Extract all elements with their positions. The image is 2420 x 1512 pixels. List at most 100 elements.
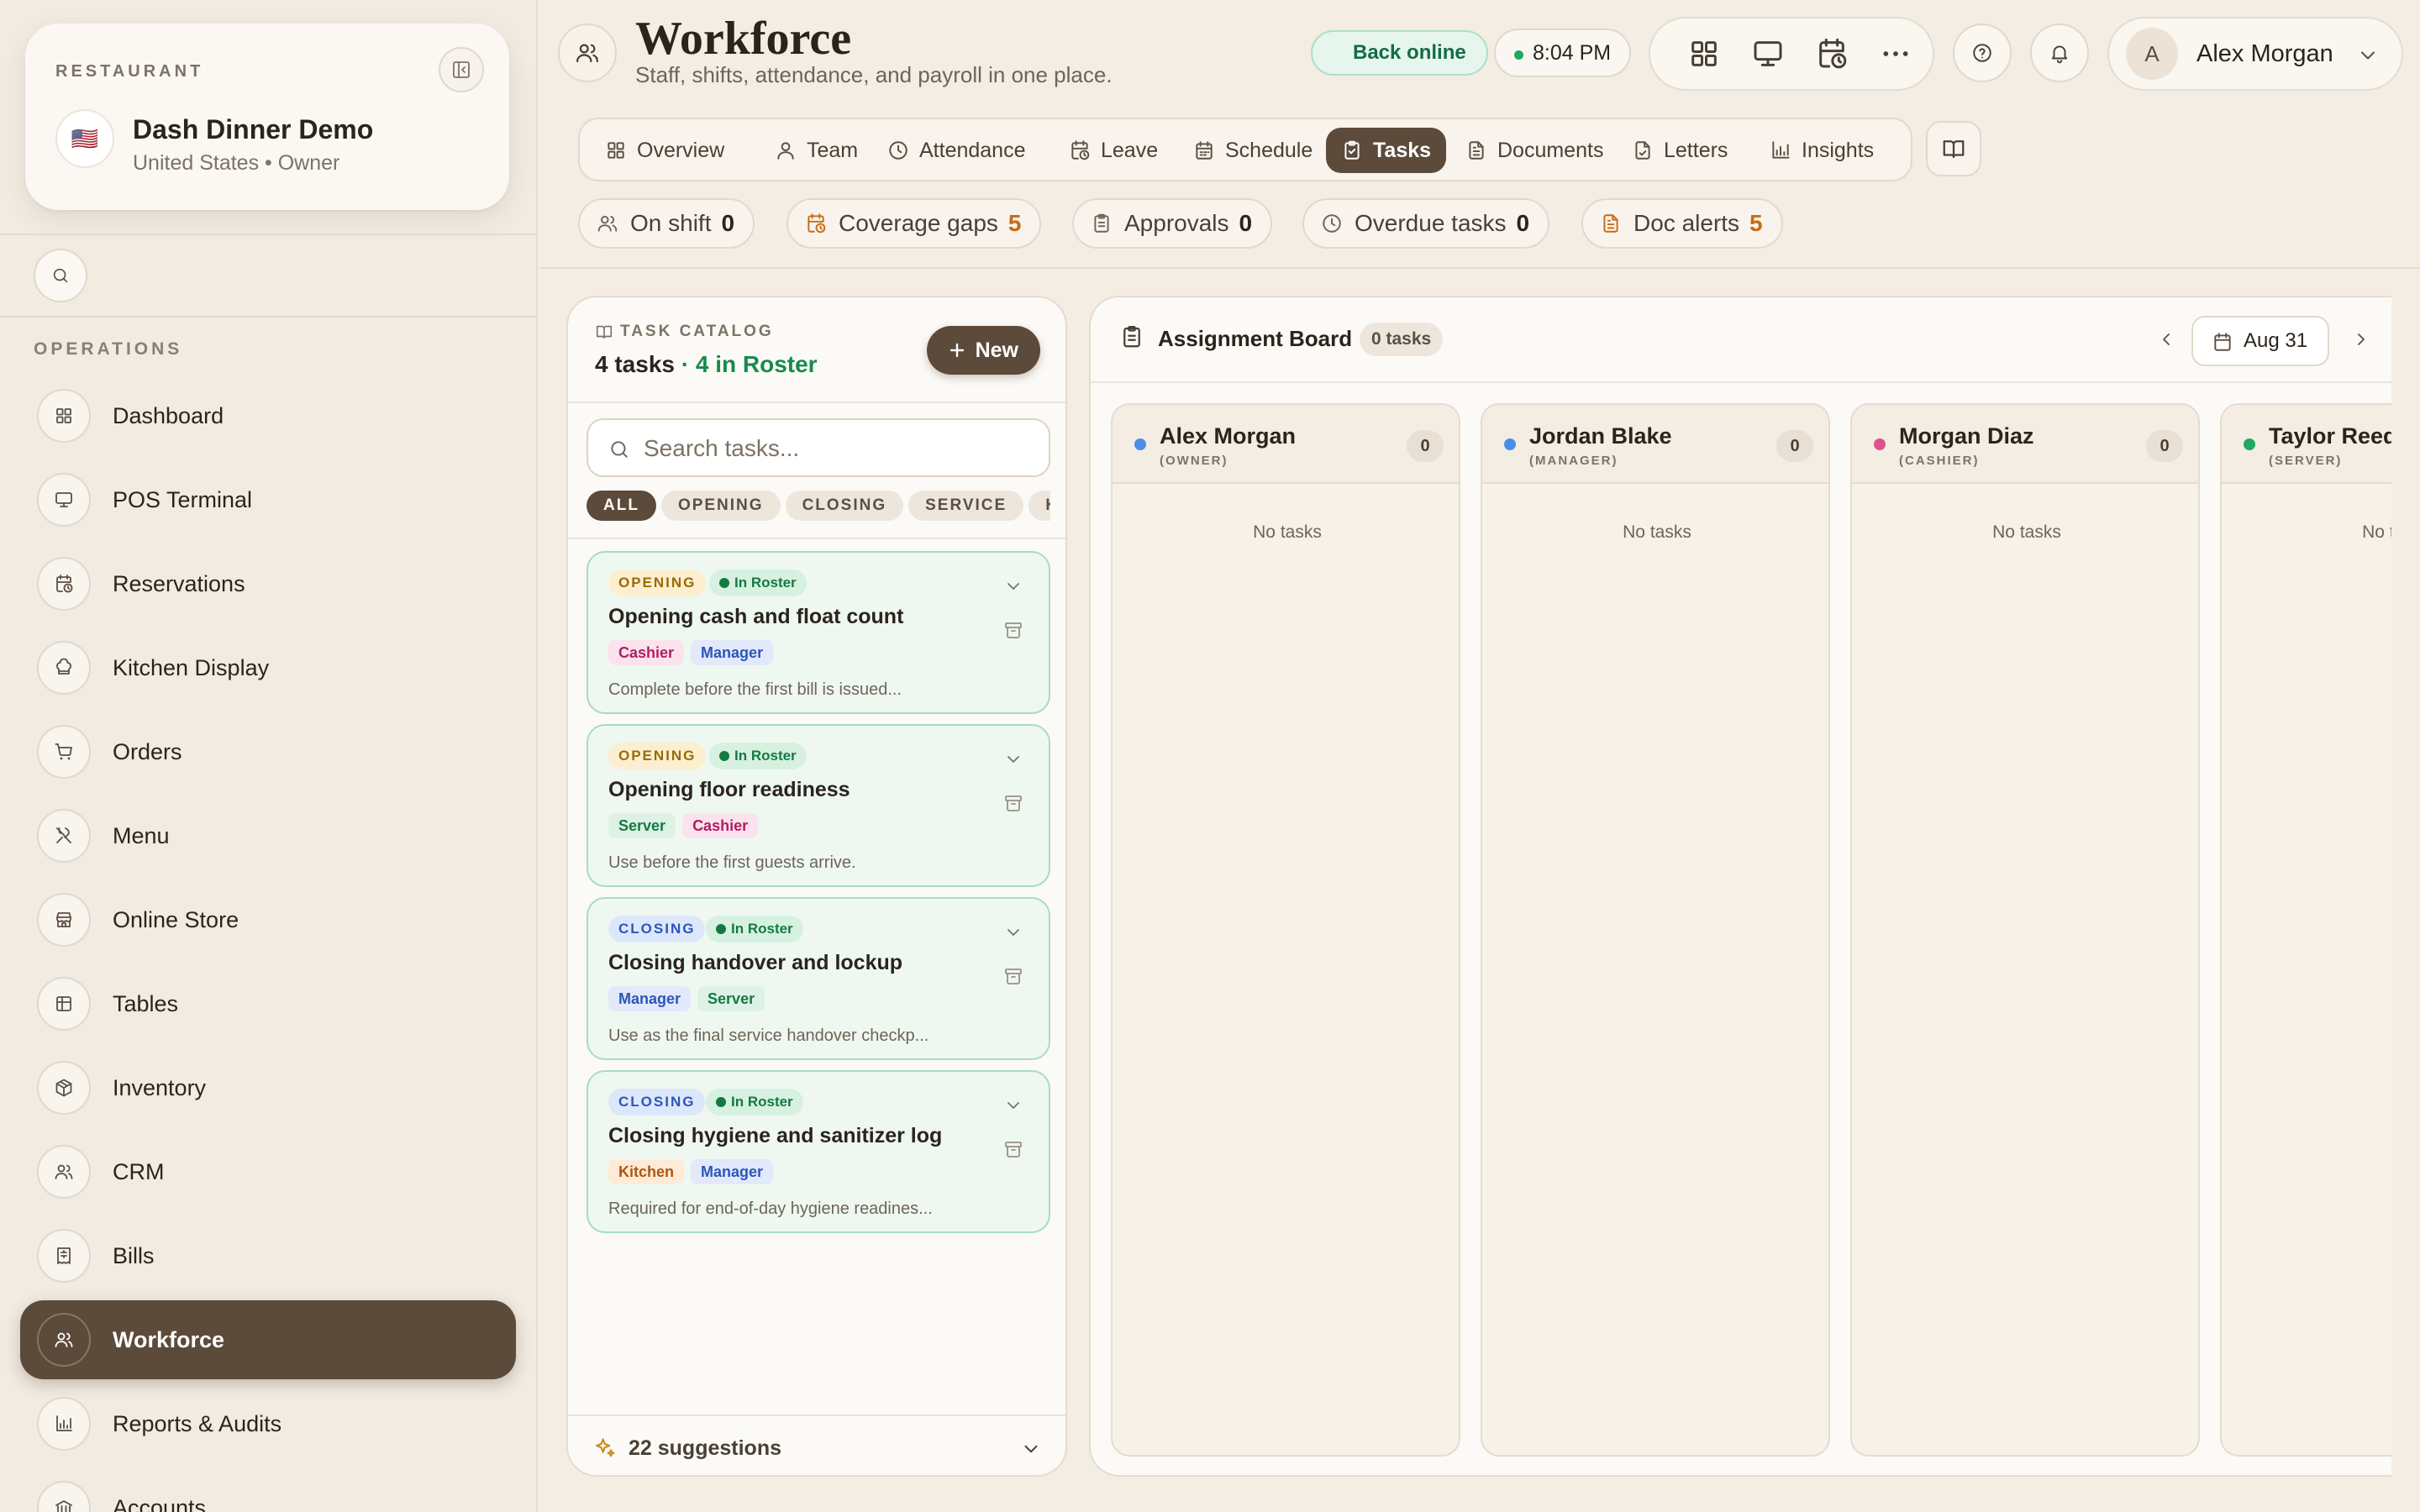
task-card[interactable]: CLOSING In Roster Closing handover and loc…: [587, 897, 1050, 1060]
roster-dot: [719, 578, 729, 588]
bell-icon[interactable]: [2030, 24, 2089, 82]
stat-overdue-tasks[interactable]: Overdue tasks 0: [1302, 198, 1550, 249]
assignee-lane[interactable]: Alex Morgan (OWNER) 0 No tasks: [1111, 403, 1460, 1457]
calendar-clock-icon[interactable]: [1815, 37, 1849, 71]
sidebar-item-accounts[interactable]: Accounts: [20, 1468, 516, 1512]
sidebar-item-crm[interactable]: CRM: [20, 1132, 516, 1211]
more-icon[interactable]: [1879, 37, 1912, 71]
tab-documents[interactable]: Documents: [1450, 128, 1618, 173]
task-search-input[interactable]: [644, 430, 1039, 467]
workforce-tabs: Overview Team Attendance Leave Schedule Tasks…: [578, 118, 1912, 181]
task-card[interactable]: OPENING In Roster Opening cash and float c…: [587, 551, 1050, 714]
restaurant-card[interactable]: RESTAURANT 🇺🇸 Dash Dinner Demo United St…: [25, 24, 509, 210]
category-badge: CLOSING: [608, 1089, 706, 1116]
task-card[interactable]: OPENING In Roster Opening floor readiness S…: [587, 724, 1050, 887]
lane-count: 0: [1407, 430, 1444, 462]
page-subtitle: Staff, shifts, attendance, and payroll i…: [635, 62, 1113, 87]
roster-badge: In Roster: [709, 743, 807, 769]
chevron-down-icon[interactable]: [1003, 749, 1023, 769]
sidebar-item-orders[interactable]: Orders: [20, 712, 516, 791]
monitor-icon[interactable]: [1751, 37, 1785, 71]
sidebar-item-label: Workforce: [113, 1326, 225, 1352]
avatar: A: [2126, 28, 2178, 80]
sidebar-item-bills[interactable]: Bills: [20, 1216, 516, 1295]
sidebar-item-reports-audits[interactable]: Reports & Audits: [20, 1384, 516, 1463]
archive-icon[interactable]: [1003, 966, 1023, 986]
archive-icon[interactable]: [1003, 1139, 1023, 1159]
task-title: Opening cash and float count: [608, 605, 904, 628]
tab-label: Insights: [1802, 138, 1875, 162]
sidebar-item-label: Menu: [113, 822, 170, 848]
tab-tasks[interactable]: Tasks: [1326, 128, 1447, 173]
divider: [568, 402, 1065, 403]
bar-chart-icon: [37, 1397, 91, 1451]
tab-overview[interactable]: Overview: [590, 128, 739, 173]
stat-label: Overdue tasks: [1355, 210, 1507, 236]
filter-chip-all[interactable]: ALL: [587, 491, 656, 521]
sidebar-item-menu[interactable]: Menu: [20, 796, 516, 875]
board-task-count: 0 tasks: [1360, 323, 1444, 356]
calendar-clock-icon: [805, 213, 827, 234]
archive-icon[interactable]: [1003, 620, 1023, 640]
tab-label: Leave: [1101, 138, 1159, 162]
chevron-down-icon[interactable]: [1003, 1095, 1023, 1116]
assignee-lane[interactable]: Taylor Reed(SERVER)0No tasks: [2220, 403, 2391, 1457]
filter-chip-opening[interactable]: OPENING: [660, 491, 781, 521]
stat-on-shift[interactable]: On shift 0: [578, 198, 755, 249]
sidebar-item-kitchen-display[interactable]: Kitchen Display: [20, 628, 516, 707]
role-tag: Cashier: [682, 813, 759, 838]
task-card[interactable]: CLOSING In Roster Closing hygiene and sani…: [587, 1070, 1050, 1233]
stat-coverage-gaps[interactable]: Coverage gaps 5: [786, 198, 1042, 249]
sidebar-item-reservations[interactable]: Reservations: [20, 544, 516, 623]
role-tag: Manager: [691, 1159, 774, 1184]
grid-icon[interactable]: [1687, 37, 1721, 71]
chevron-down-icon[interactable]: [1003, 576, 1023, 596]
sidebar-search-icon[interactable]: [34, 249, 87, 302]
help-icon[interactable]: [1953, 24, 2012, 82]
tab-label: Letters: [1664, 138, 1728, 162]
tab-leave[interactable]: Leave: [1054, 128, 1173, 173]
plus-icon: [947, 340, 967, 360]
stat-approvals[interactable]: Approvals 0: [1072, 198, 1273, 249]
clock-icon: [887, 139, 909, 161]
sidebar-item-pos-terminal[interactable]: POS Terminal: [20, 460, 516, 539]
tab-letters[interactable]: Letters: [1617, 128, 1743, 173]
file-icon: [1465, 139, 1487, 161]
tab-schedule[interactable]: Schedule: [1178, 128, 1328, 173]
collapse-sidebar-icon[interactable]: [439, 47, 484, 92]
sidebar-item-inventory[interactable]: Inventory: [20, 1048, 516, 1127]
empty-state: No tasks: [1992, 522, 2061, 542]
book-icon[interactable]: [1926, 121, 1981, 176]
new-task-button[interactable]: New: [926, 326, 1040, 375]
sidebar-item-label: Bills: [113, 1242, 155, 1268]
archive-icon[interactable]: [1003, 793, 1023, 813]
assignee-lane[interactable]: Morgan Diaz (CASHIER) 0 No tasks: [1850, 403, 2200, 1457]
chevron-down-icon[interactable]: [1003, 922, 1023, 942]
stat-doc-alerts[interactable]: Doc alerts 5: [1581, 198, 1783, 249]
tab-insights[interactable]: Insights: [1754, 128, 1889, 173]
task-title: Closing hygiene and sanitizer log: [608, 1124, 943, 1147]
sidebar-item-tables[interactable]: Tables: [20, 964, 516, 1043]
filter-chip-service[interactable]: SERVICE: [908, 491, 1024, 521]
category-badge: CLOSING: [608, 916, 706, 942]
lane-header: Alex Morgan (OWNER) 0: [1113, 405, 1459, 484]
lane-header: Taylor Reed(SERVER)0: [2222, 405, 2391, 484]
suggestions-bar[interactable]: 22 suggestions: [568, 1415, 1065, 1475]
tab-attendance[interactable]: Attendance: [872, 128, 1041, 173]
task-title: Opening floor readiness: [608, 778, 850, 801]
chevron-right-icon[interactable]: [2351, 329, 2371, 349]
filter-chip-closing[interactable]: CLOSING: [785, 491, 904, 521]
sidebar-item-workforce[interactable]: Workforce: [20, 1300, 516, 1379]
sidebar-item-online-store[interactable]: Online Store: [20, 880, 516, 959]
tab-team[interactable]: Team: [760, 128, 873, 173]
calendar-icon: [2212, 331, 2233, 353]
assignee-lane[interactable]: Jordan Blake (MANAGER) 0 No tasks: [1481, 403, 1830, 1457]
user-menu[interactable]: A Alex Morgan: [2107, 17, 2403, 91]
date-picker-button[interactable]: Aug 31: [2191, 316, 2330, 366]
category-filters: ALLOPENINGCLOSINGSERVICEKITCHEN: [587, 491, 1050, 524]
sidebar-item-dashboard[interactable]: Dashboard: [20, 376, 516, 455]
sidebar-item-label: Reports & Audits: [113, 1410, 282, 1436]
filter-chip-kitchen[interactable]: KITCHEN: [1028, 491, 1050, 521]
new-task-label: New: [975, 338, 1018, 362]
chevron-left-icon[interactable]: [2156, 329, 2176, 349]
